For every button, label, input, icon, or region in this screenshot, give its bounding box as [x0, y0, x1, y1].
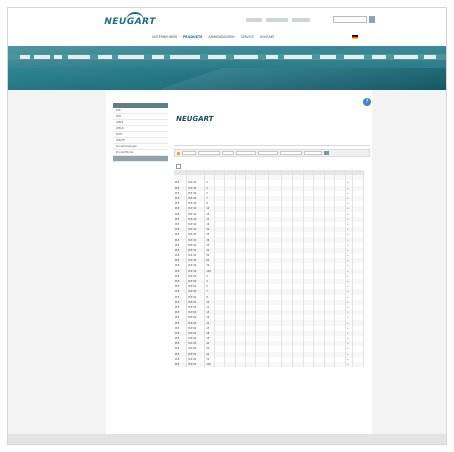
- hero-strip: [8, 54, 446, 60]
- show-all-checkbox[interactable]: [176, 164, 181, 169]
- header-right-nav: [346, 35, 361, 39]
- top-link-3[interactable]: [292, 18, 310, 22]
- search-input[interactable]: [333, 16, 367, 23]
- table-cell: [324, 361, 336, 368]
- table-cell: [224, 361, 236, 368]
- filter-go-button[interactable]: [324, 151, 329, 155]
- table-cell: [235, 361, 247, 368]
- nav-item-company[interactable]: UNTERNEHMEN: [152, 35, 177, 39]
- top-link-1[interactable]: [246, 18, 262, 22]
- product-table: PLE PLE 40 3 + PLE PLE 40 4 + PLE PLE 40 5 + PLE PLE …: [174, 170, 364, 368]
- search-button[interactable]: [369, 16, 375, 23]
- main-nav: UNTERNEHMEN PRODUKTE ANWENDUNGEN SERVICE…: [152, 35, 274, 39]
- table-cell: [281, 361, 293, 368]
- nav-item-service[interactable]: SERVICE: [241, 35, 254, 39]
- page-canvas: NEUGART UNTERNEHMEN PRODUKTE ANWENDUNGEN…: [0, 0, 454, 452]
- sidebar: PLE PLN WPLE WPLN PLFE WPLFE Sonderlösun…: [113, 103, 168, 162]
- add-to-cart-button[interactable]: +: [345, 361, 354, 368]
- show-all-toggle[interactable]: [176, 164, 182, 169]
- table-cell: 100: [204, 361, 215, 368]
- filter-bar: [174, 149, 370, 157]
- table-body: PLE PLE 40 3 + PLE PLE 40 4 + PLE PLE 40 5 + PLE PLE …: [174, 180, 364, 368]
- hero-band: [8, 46, 446, 90]
- filter-select-5[interactable]: [258, 151, 278, 155]
- filter-select-3[interactable]: [222, 151, 234, 155]
- table-cell: [313, 361, 325, 368]
- filter-select-1[interactable]: [182, 151, 196, 155]
- flag-icon: [352, 35, 358, 39]
- top-links: [246, 18, 310, 22]
- help-icon[interactable]: ?: [363, 98, 371, 106]
- table-cell: [334, 361, 346, 368]
- site-logo[interactable]: NEUGART: [103, 17, 157, 27]
- nav-item-products[interactable]: PRODUKTE: [183, 35, 203, 39]
- filter-select-4[interactable]: [236, 151, 256, 155]
- filter-select-2[interactable]: [198, 151, 220, 155]
- product-logo: NEUGART: [175, 115, 215, 123]
- nav-item-contact[interactable]: KONTAKT: [260, 35, 274, 39]
- details-link[interactable]: [352, 361, 364, 368]
- table-row[interactable]: PLE PLE 60 100 +: [174, 361, 364, 368]
- table-cell: [245, 361, 256, 368]
- section-divider: [174, 145, 370, 146]
- table-cell: [292, 361, 304, 368]
- filter-icon: [177, 151, 180, 155]
- sidebar-item-active[interactable]: [113, 156, 168, 162]
- table-cell: PLE 60: [186, 361, 206, 368]
- site-header: NEUGART UNTERNEHMEN PRODUKTE ANWENDUNGEN…: [8, 8, 446, 46]
- table-cell: [303, 361, 315, 368]
- product-intro: NEUGART: [174, 109, 370, 133]
- table-cell: [214, 361, 226, 368]
- filter-select-6[interactable]: [280, 151, 302, 155]
- table-cell: [255, 361, 269, 368]
- filter-select-7[interactable]: [304, 151, 322, 155]
- browser-frame: NEUGART UNTERNEHMEN PRODUKTE ANWENDUNGEN…: [7, 7, 447, 445]
- top-link-2[interactable]: [266, 18, 288, 22]
- table-cell: [268, 361, 283, 368]
- nav-item-applications[interactable]: ANWENDUNGEN: [208, 35, 234, 39]
- table-cell: PLE: [174, 361, 188, 368]
- site-footer: [8, 434, 446, 444]
